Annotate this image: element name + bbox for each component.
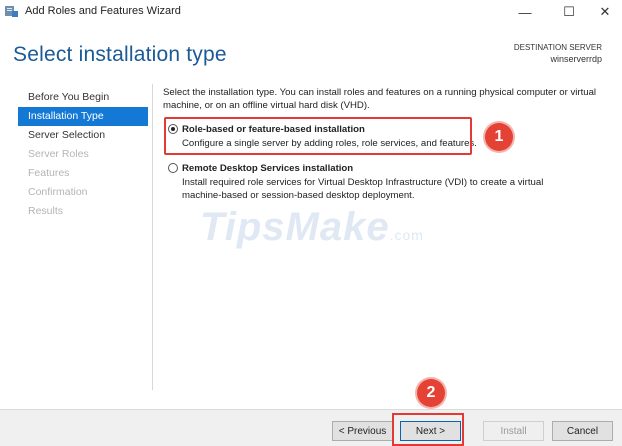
title-bar: Add Roles and Features Wizard — ☐ ✕: [0, 0, 622, 24]
cancel-button[interactable]: Cancel: [552, 421, 613, 441]
nav-item-before-you-begin[interactable]: Before You Begin: [18, 88, 148, 107]
previous-button[interactable]: < Previous: [332, 421, 393, 441]
highlight-box-next: [392, 413, 464, 446]
step-badge-2: 2: [417, 379, 445, 407]
destination-server-label: DESTINATION SERVER: [513, 43, 602, 52]
wizard-steps-nav: Before You Begin Installation Type Serve…: [18, 88, 148, 221]
step-badge-1: 1: [485, 123, 513, 151]
nav-item-features: Features: [28, 167, 70, 179]
watermark-text: TipsMake: [200, 205, 390, 249]
minimize-button[interactable]: —: [505, 2, 545, 22]
watermark-suffix: .com: [389, 227, 424, 243]
page-title: Select installation type: [13, 43, 227, 66]
remote-desktop-radio[interactable]: [168, 163, 178, 173]
nav-divider: [152, 84, 153, 390]
watermark: TipsMake.com: [200, 205, 424, 250]
nav-item-results: Results: [28, 205, 64, 217]
nav-item-server-selection[interactable]: Server Selection: [18, 126, 148, 145]
nav-item-installation-type[interactable]: Installation Type: [18, 107, 148, 126]
remote-desktop-description: Install required role services for Virtu…: [182, 177, 544, 201]
server-manager-icon: [5, 6, 18, 17]
destination-server-name: winserverrdp: [550, 54, 602, 64]
highlight-box-option: [164, 117, 472, 155]
install-button: Install: [483, 421, 544, 441]
remote-desktop-title: Remote Desktop Services installation: [182, 163, 354, 174]
nav-item-server-roles: Server Roles: [28, 148, 89, 160]
nav-item-confirmation: Confirmation: [28, 186, 88, 198]
maximize-button[interactable]: ☐: [549, 2, 589, 22]
close-button[interactable]: ✕: [588, 2, 622, 22]
window-title: Add Roles and Features Wizard: [25, 5, 181, 17]
intro-text: Select the installation type. You can in…: [163, 87, 597, 111]
